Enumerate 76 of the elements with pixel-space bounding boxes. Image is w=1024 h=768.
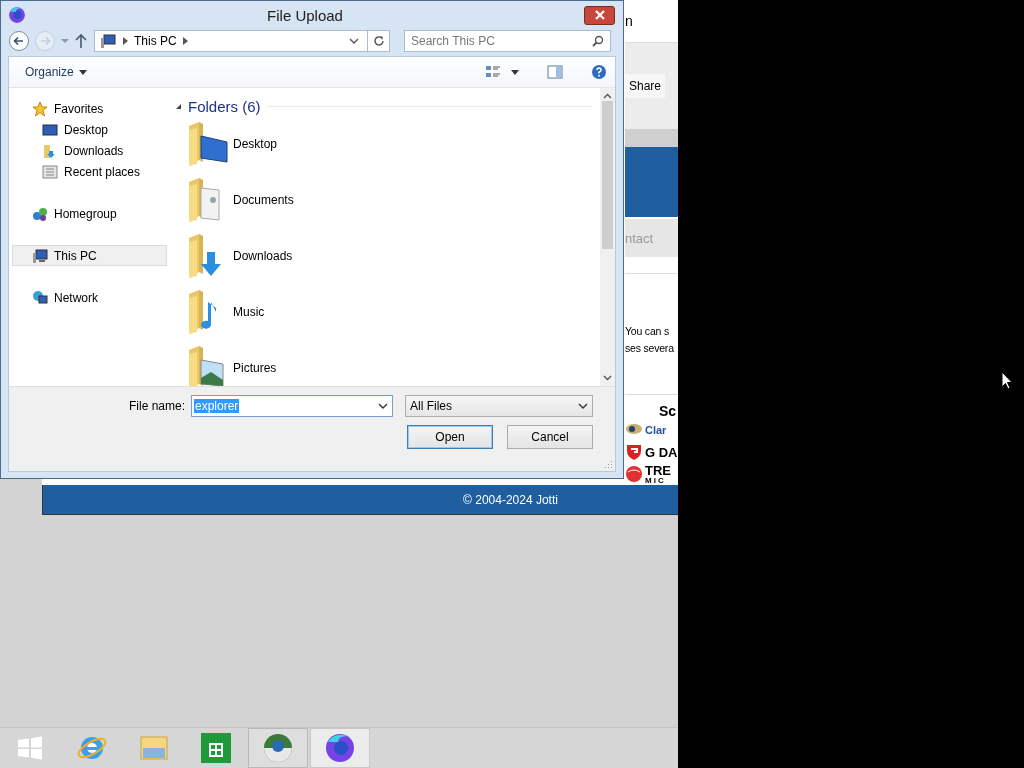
- nav-item[interactable]: Downloads: [12, 140, 167, 161]
- refresh-button[interactable]: [368, 29, 390, 52]
- close-icon: [593, 10, 606, 21]
- nav-item[interactable]: Network: [12, 287, 167, 308]
- paragraph-line: ses severa: [625, 341, 675, 354]
- search-field[interactable]: Search This PC: [404, 29, 611, 52]
- dropdown-icon: [349, 37, 359, 44]
- taskbar-button[interactable]: [248, 728, 308, 768]
- computer-icon: [99, 32, 117, 49]
- search-icon: [592, 34, 604, 47]
- banner: [625, 147, 678, 217]
- logo-text: G DA: [645, 444, 678, 460]
- caret-icon: [511, 69, 519, 75]
- resize-grip-icon[interactable]: [604, 460, 613, 469]
- ball-icon: [625, 465, 643, 483]
- breadcrumb[interactable]: This PC: [134, 33, 177, 48]
- monitor-icon: [42, 121, 58, 138]
- organize-button[interactable]: Organize: [19, 63, 93, 81]
- pane-icon: [547, 64, 563, 80]
- shield-icon: [625, 443, 643, 461]
- cursor-icon: [1001, 371, 1013, 390]
- computer-icon: [32, 247, 48, 264]
- paragraph-line: You can s: [625, 324, 670, 337]
- dropdown-icon: [378, 403, 388, 409]
- fox-globe-icon: [324, 732, 356, 764]
- folder-name[interactable]: Music: [233, 305, 265, 319]
- forward-icon: [34, 29, 56, 52]
- star-icon: [32, 100, 48, 117]
- address-bar[interactable]: This PC: [94, 29, 368, 52]
- shopping-bag-icon: [200, 732, 232, 764]
- download-folder-icon: [42, 142, 58, 159]
- scroll-down-icon[interactable]: [603, 375, 612, 381]
- back-icon: [8, 29, 30, 52]
- chevron-icon: [182, 36, 188, 45]
- header-text: n: [625, 13, 633, 29]
- view-options-button[interactable]: [485, 64, 519, 80]
- view-list-icon: [485, 64, 501, 80]
- logo-text: Clar: [645, 424, 667, 436]
- folder-name[interactable]: Downloads: [233, 249, 293, 263]
- help-icon[interactable]: [591, 64, 607, 80]
- up-arrow-icon: [74, 32, 88, 49]
- app-icon: [8, 6, 26, 25]
- file-type-dropdown[interactable]: All Files: [405, 395, 593, 417]
- folder-name[interactable]: Pictures: [233, 361, 277, 375]
- scroll-up-icon[interactable]: [603, 93, 612, 99]
- dialog-button[interactable]: Cancel: [507, 425, 593, 449]
- homegroup-icon: [32, 205, 48, 222]
- network-icon: [32, 289, 48, 306]
- close-button[interactable]: [584, 5, 615, 25]
- back-button[interactable]: [8, 29, 30, 52]
- up-button[interactable]: [74, 32, 88, 49]
- taskbar-button[interactable]: [310, 728, 370, 768]
- window-title: File Upload: [266, 6, 344, 24]
- recent-places-icon: [42, 163, 58, 180]
- logo-text: TRE MIC: [645, 463, 671, 485]
- collapse-icon[interactable]: [175, 102, 182, 110]
- chevron-icon: [123, 36, 128, 45]
- toolbar-band: [625, 129, 678, 147]
- folder-name[interactable]: Desktop: [233, 137, 278, 151]
- folder-name[interactable]: Documents: [233, 193, 294, 207]
- copyright-text: © 2004-2024 Jotti: [463, 492, 558, 507]
- nav-item[interactable]: Homegroup: [12, 203, 167, 224]
- file-name-label: File name:: [127, 399, 186, 413]
- nav-item[interactable]: Desktop: [12, 119, 167, 140]
- refresh-icon: [372, 34, 385, 47]
- nav-item[interactable]: Favorites: [12, 98, 167, 119]
- nav-item[interactable]: This PC: [12, 245, 167, 266]
- scrollbar[interactable]: [600, 88, 615, 386]
- dialog-button[interactable]: Open: [407, 425, 493, 449]
- share-button[interactable]: Share: [625, 74, 666, 98]
- section-heading: Sc: [659, 403, 677, 419]
- section-header: Folders (6): [188, 97, 261, 115]
- caret-icon: [78, 69, 87, 75]
- nav-item[interactable]: Recent places: [12, 161, 167, 182]
- dropdown-icon: [578, 403, 588, 409]
- sphere-icon: [262, 732, 294, 764]
